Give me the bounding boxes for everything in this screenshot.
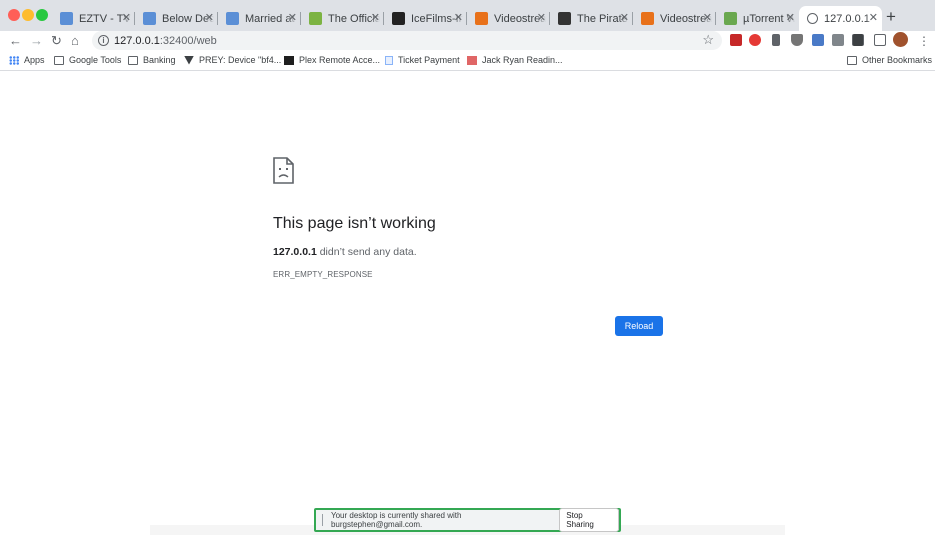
tab-close-icon[interactable]: ✕: [703, 11, 712, 24]
bookmark-item[interactable]: Ticket Payment: [385, 55, 460, 65]
sad-document-icon: [273, 157, 294, 184]
bookmark-item[interactable]: Google Tools: [54, 55, 121, 65]
error-title: This page isn’t working: [273, 215, 436, 232]
tab-strip: EZTV - TV✕Below Deck✕Married at✕The Offi…: [0, 0, 935, 31]
extension-lastpass-icon[interactable]: [730, 34, 742, 46]
eztv-icon: [226, 12, 239, 25]
cast-icon[interactable]: [874, 34, 886, 46]
folder-icon: [847, 55, 857, 65]
home-button[interactable]: ⌂: [71, 33, 79, 49]
tab-9[interactable]: µTorrent W ✕: [716, 6, 799, 31]
tab-4[interactable]: The Official ✕: [301, 6, 384, 31]
icefilms-icon: [392, 12, 405, 25]
profile-avatar[interactable]: [893, 32, 908, 47]
bookmarks-bar: Apps Google Tools Banking PREY: Device "bf…: [0, 51, 935, 71]
tab-3[interactable]: Married at ✕: [218, 6, 301, 31]
error-detail: didn’t send any data.: [316, 246, 417, 258]
bookmark-item[interactable]: Plex Remote Acce...: [284, 55, 380, 65]
extension-shield-icon[interactable]: [791, 34, 803, 46]
tab-7[interactable]: The Pirate ✕: [550, 6, 633, 31]
globe-icon: [807, 13, 818, 24]
tab-10[interactable]: 127.0.0.1 ✕: [799, 6, 882, 31]
document-icon: [385, 55, 393, 65]
tab-1[interactable]: EZTV - TV ✕: [52, 6, 135, 31]
extension-image-icon[interactable]: [832, 34, 844, 46]
extension-camera-icon[interactable]: [812, 34, 824, 46]
forward-button[interactable]: →: [30, 33, 43, 49]
bookmark-item[interactable]: Jack Ryan Readin...: [467, 55, 563, 65]
extension-pen-icon[interactable]: [772, 34, 780, 46]
bookmark-label: Plex Remote Acce...: [299, 55, 381, 65]
folder-icon: [128, 55, 138, 65]
page-content: This page isn’t working 127.0.0.1 didn’t…: [0, 72, 935, 535]
tab-8[interactable]: Videostrea ✕: [633, 6, 716, 31]
drag-handle[interactable]: [322, 514, 323, 526]
apps-grid-icon: [9, 55, 19, 65]
bookmark-icon: [467, 55, 477, 65]
folder-icon: [54, 55, 64, 65]
tab-close-icon[interactable]: ✕: [205, 11, 214, 24]
bookmark-label: Google Tools: [69, 55, 122, 65]
bookmark-item[interactable]: PREY: Device "bf4...: [184, 55, 281, 65]
new-tab-button[interactable]: +: [886, 8, 896, 25]
window-minimize-button[interactable]: [22, 9, 34, 21]
tab-close-icon[interactable]: ✕: [454, 11, 463, 24]
reload-page-button[interactable]: ↻: [51, 33, 62, 49]
eztv-icon: [60, 12, 73, 25]
site-info-icon[interactable]: i: [98, 35, 109, 46]
url-host: 127.0.0.1: [114, 34, 160, 47]
tab-close-icon[interactable]: ✕: [371, 11, 380, 24]
tab-close-icon[interactable]: ✕: [122, 11, 131, 24]
extension-adblock-icon[interactable]: [749, 34, 761, 46]
bookmark-item[interactable]: Banking: [128, 55, 176, 65]
other-bookmarks-folder[interactable]: Other Bookmarks: [847, 55, 932, 65]
tab-5[interactable]: IceFilms-In ✕: [384, 6, 467, 31]
reload-button[interactable]: Reload: [615, 316, 663, 336]
plex-icon: [284, 55, 294, 65]
eztv-icon: [309, 12, 322, 25]
tab-6[interactable]: Videostrea ✕: [467, 6, 550, 31]
tab-2[interactable]: Below Deck✕: [135, 6, 218, 31]
tab-close-icon[interactable]: ✕: [786, 11, 795, 24]
tab-close-icon[interactable]: ✕: [288, 11, 297, 24]
tab-close-icon[interactable]: ✕: [537, 11, 546, 24]
bookmark-label: Apps: [24, 55, 45, 65]
window-close-button[interactable]: [8, 9, 20, 21]
url-path: :32400/web: [159, 34, 217, 47]
tab-close-icon[interactable]: ✕: [620, 11, 629, 24]
play-icon: [641, 12, 654, 25]
bookmark-label: Banking: [143, 55, 176, 65]
error-message: 127.0.0.1 didn’t send any data.: [273, 246, 417, 258]
screen-share-bar: Your desktop is currently shared with bu…: [314, 508, 621, 532]
prey-icon: [184, 55, 194, 65]
share-message: Your desktop is currently shared with bu…: [330, 511, 462, 529]
bookmark-label: Other Bookmarks: [862, 55, 933, 65]
extensions-puzzle-icon[interactable]: [853, 34, 863, 46]
back-button[interactable]: ←: [9, 33, 22, 49]
bookmark-label: PREY: Device "bf4...: [199, 55, 282, 65]
browser-toolbar: ← → ↻ ⌂ i 127.0.0.1:32400/web ☆ ⋮: [0, 31, 935, 51]
eztv-icon: [143, 12, 156, 25]
bookmark-apps[interactable]: Apps: [9, 55, 45, 65]
utorrent-icon: [724, 12, 737, 25]
tab-close-icon[interactable]: ✕: [869, 11, 878, 24]
bookmark-label: Ticket Payment: [398, 55, 460, 65]
play-icon: [475, 12, 488, 25]
bookmark-star-icon[interactable]: ☆: [702, 32, 714, 48]
error-host: 127.0.0.1: [273, 246, 317, 258]
error-code: ERR_EMPTY_RESPONSE: [273, 270, 373, 279]
pirate-ship-icon: [558, 12, 571, 25]
window-maximize-button[interactable]: [36, 9, 48, 21]
bookmark-label: Jack Ryan Readin...: [482, 55, 563, 65]
browser-menu-icon[interactable]: ⋮: [918, 33, 930, 49]
stop-sharing-button[interactable]: Stop Sharing: [559, 508, 619, 532]
address-bar[interactable]: i 127.0.0.1:32400/web ☆: [92, 31, 722, 50]
